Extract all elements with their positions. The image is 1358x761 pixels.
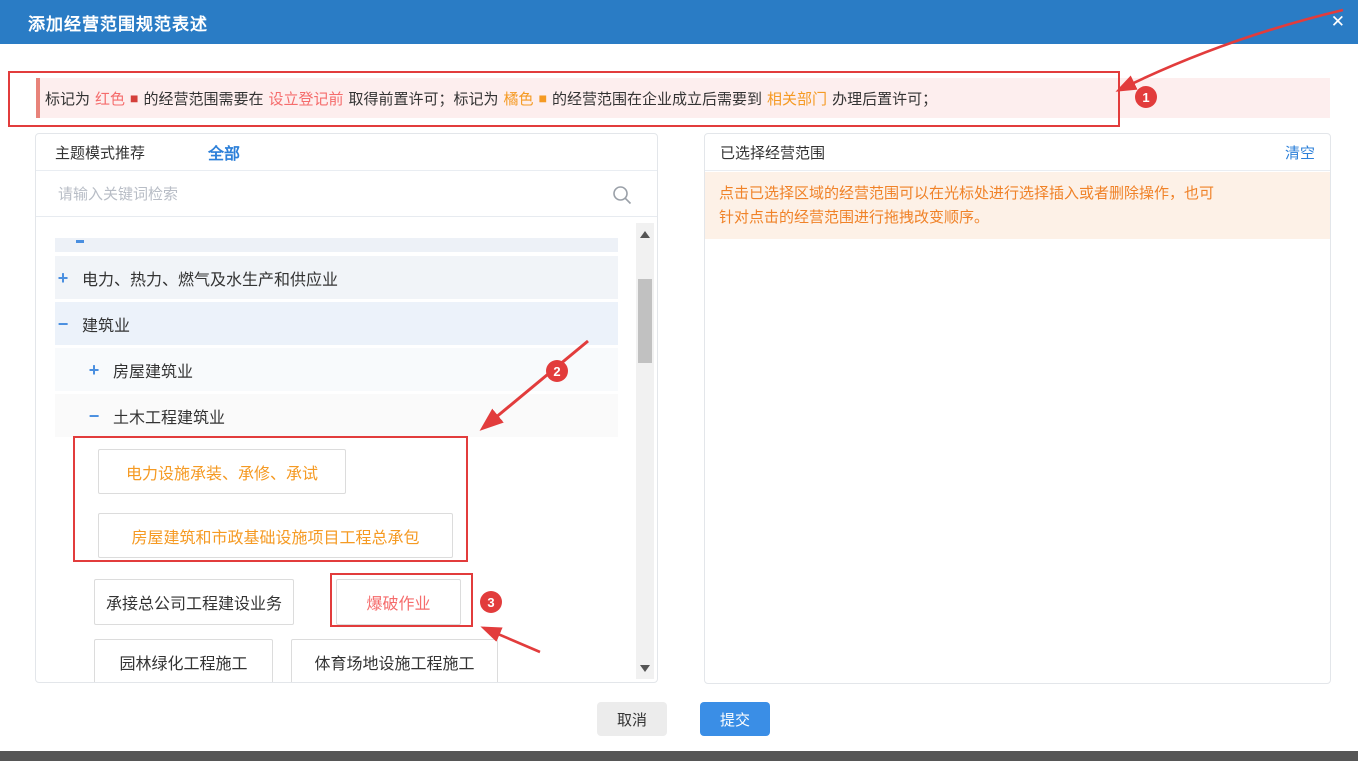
- tree-row-construction[interactable]: − 建筑业: [55, 302, 618, 345]
- permit-notice-bar: 标记为红色 ■ 的经营范围需要在设立登记前取得前置许可；标记为橘色 ■ 的经营范围在企业…: [36, 78, 1330, 118]
- scope-tag-head-office-projects[interactable]: 承接总公司工程建设业务: [94, 579, 294, 625]
- notice-accent-bar: [36, 78, 40, 118]
- scope-tag-power-installation[interactable]: 电力设施承装、承修、承试: [98, 449, 346, 494]
- minus-icon[interactable]: −: [55, 316, 71, 332]
- submit-button[interactable]: 提交: [700, 702, 770, 736]
- notice-part2: 的经营范围需要在: [144, 91, 264, 108]
- left-panel-tabs: 主题模式推荐 全部: [36, 134, 657, 171]
- tree-label: 建筑业: [82, 312, 130, 336]
- scroll-up-icon[interactable]: [636, 225, 654, 243]
- tag-label: 体育场地设施工程施工: [314, 650, 474, 674]
- orange-square-icon: ■: [539, 90, 547, 106]
- tree-row-power-industry[interactable]: + 电力、热力、燃气及水生产和供应业: [55, 256, 618, 299]
- scope-tag-sports-facilities[interactable]: 体育场地设施工程施工: [291, 639, 498, 683]
- search-icon[interactable]: [611, 184, 633, 206]
- tree-label: 房屋建筑业: [113, 358, 193, 382]
- selected-scope-panel: 已选择经营范围 清空 点击已选择区域的经营范围可以在光标处进行选择插入或者删除操…: [704, 133, 1331, 684]
- notice-part1: 标记为: [45, 91, 90, 108]
- scroll-down-icon[interactable]: [636, 659, 654, 677]
- tree-label: 电力、热力、燃气及水生产和供应业: [82, 266, 338, 290]
- tree-row-housing-construction[interactable]: + 房屋建筑业: [55, 348, 618, 391]
- tab-all[interactable]: 全部: [208, 140, 240, 164]
- plus-icon[interactable]: +: [86, 362, 102, 378]
- tree-row-civil-engineering[interactable]: − 土木工程建筑业: [55, 394, 618, 437]
- tag-label: 承接总公司工程建设业务: [106, 590, 282, 614]
- search-input[interactable]: [58, 186, 598, 203]
- red-square-icon: ■: [130, 90, 138, 106]
- tag-label: 园林绿化工程施工: [119, 650, 247, 674]
- notice-orange-label: 橘色: [504, 91, 534, 108]
- tree-row-partial[interactable]: [55, 238, 618, 252]
- selected-scope-hint: 点击已选择区域的经营范围可以在光标处进行选择插入或者删除操作，也可 针对点击的经…: [705, 172, 1330, 239]
- notice-part5: 办理后置许可；: [832, 91, 937, 108]
- modal-header: 添加经营范围规范表述 ✕: [0, 0, 1358, 44]
- tree-scrollbar[interactable]: [636, 223, 654, 679]
- notice-part4: 的经营范围在企业成立后需要到: [552, 91, 762, 108]
- scope-tag-landscaping[interactable]: 园林绿化工程施工: [94, 639, 273, 683]
- modal-title: 添加经营范围规范表述: [28, 10, 208, 35]
- plus-icon[interactable]: +: [55, 270, 71, 286]
- notice-text: 标记为红色 ■ 的经营范围需要在设立登记前取得前置许可；标记为橘色 ■ 的经营范围在企业…: [45, 88, 937, 109]
- notice-pre-permit: 设立登记前: [269, 91, 344, 108]
- add-business-scope-modal: 添加经营范围规范表述 ✕ 标记为红色 ■ 的经营范围需要在设立登记前取得前置许可；标…: [0, 0, 1358, 761]
- page-bottom-bar: [0, 751, 1358, 761]
- cancel-button[interactable]: 取消: [597, 702, 667, 736]
- notice-dept: 相关部门: [767, 91, 827, 108]
- selected-scope-title: 已选择经营范围: [720, 142, 825, 163]
- hint-line: 点击已选择区域的经营范围可以在光标处进行选择插入或者删除操作，也可: [719, 182, 1316, 206]
- clear-selection-link[interactable]: 清空: [1285, 142, 1315, 163]
- hint-line: 针对点击的经营范围进行拖拽改变顺序。: [719, 206, 1316, 230]
- selected-scope-header: 已选择经营范围 清空: [705, 134, 1330, 171]
- scrollbar-thumb[interactable]: [638, 279, 652, 363]
- scope-tag-blasting-operations[interactable]: 爆破作业: [336, 579, 461, 625]
- tag-label: 房屋建筑和市政基础设施项目工程总承包: [131, 524, 419, 548]
- minus-icon[interactable]: −: [86, 408, 102, 424]
- tag-label: 爆破作业: [366, 590, 430, 614]
- close-icon[interactable]: ✕: [1331, 0, 1345, 44]
- notice-red-label: 红色: [95, 91, 125, 108]
- keyword-search-row: [36, 172, 657, 217]
- scope-tag-general-contracting[interactable]: 房屋建筑和市政基础设施项目工程总承包: [98, 513, 453, 558]
- tag-label: 电力设施承装、承修、承试: [126, 460, 318, 484]
- notice-part3: 取得前置许可；标记为: [349, 91, 499, 108]
- tree-label: 土木工程建筑业: [113, 404, 225, 428]
- plus-icon: [76, 240, 84, 243]
- industry-tree-panel: 主题模式推荐 全部 + 电力、热力、燃气及水生产和供应业 − 建筑业 + 房屋建…: [35, 133, 658, 683]
- tab-theme-recommend[interactable]: 主题模式推荐: [55, 142, 145, 163]
